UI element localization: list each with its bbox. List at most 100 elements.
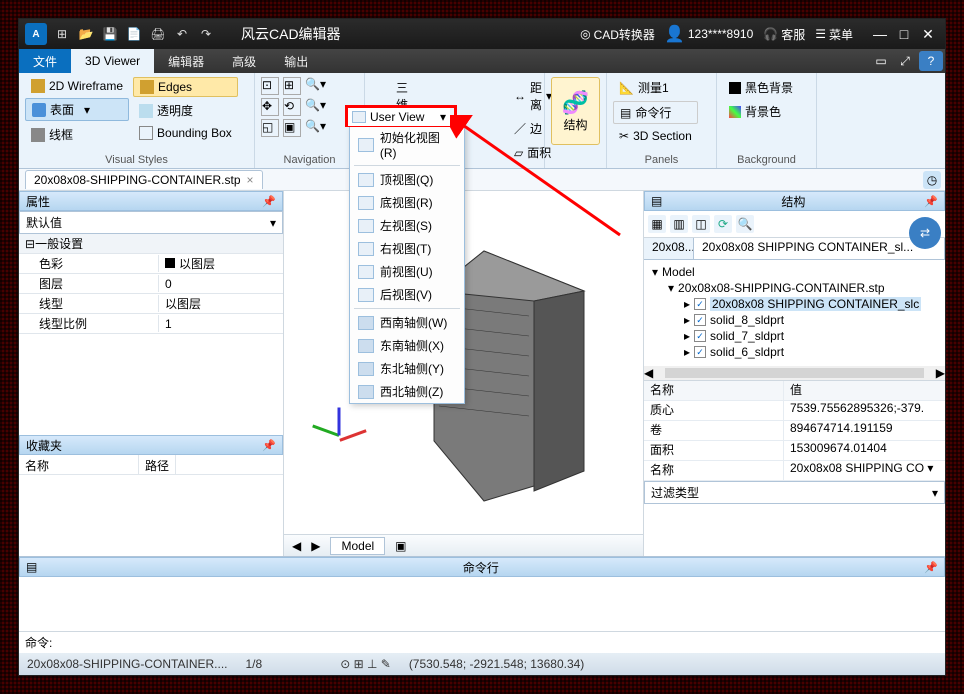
tree-collapse-icon[interactable]: ▥ <box>670 215 688 233</box>
app-logo-icon: A <box>25 23 47 45</box>
menu-front-view[interactable]: 前视图(U) <box>350 260 464 283</box>
minimize-icon[interactable]: — <box>869 23 891 45</box>
close-tab-icon[interactable]: × <box>247 173 254 187</box>
tree-expand-icon[interactable]: ▦ <box>648 215 666 233</box>
sheet-prev-icon[interactable]: ◀ <box>292 539 301 553</box>
filter-type-dropdown[interactable]: 过滤类型▾ <box>644 481 945 504</box>
tab-3d-viewer[interactable]: 3D Viewer <box>71 49 154 73</box>
group-visual-styles: Visual Styles <box>25 152 248 166</box>
print-icon[interactable]: 🖨 <box>149 25 167 43</box>
status-coords: (7530.548; -2921.548; 13680.34) <box>409 657 584 671</box>
group-background: Background <box>723 152 810 166</box>
btn-2d-wireframe[interactable]: 2D Wireframe <box>25 77 129 95</box>
status-file: 20x08x08-SHIPPING-CONTAINER.... <box>27 657 228 671</box>
maximize-icon[interactable]: □ <box>893 23 915 45</box>
model-tree[interactable]: ▾Model ▾20x08x08-SHIPPING-CONTAINER.stp … <box>644 260 945 366</box>
help-icon[interactable]: ? <box>919 51 943 71</box>
menu-right-view[interactable]: 右视图(T) <box>350 237 464 260</box>
tree-scrollbar[interactable]: ◀▶ <box>644 366 945 380</box>
pin-icon[interactable]: 📌 <box>924 561 938 574</box>
zoom-out-icon[interactable]: 🔍▾ <box>305 98 326 116</box>
structure-tab-2[interactable]: 20x08x08 SHIPPING CONTAINER_sl... <box>694 238 945 259</box>
converter-button[interactable]: ◎CAD转换器 <box>580 26 655 43</box>
menu-se-iso[interactable]: 东南轴侧(X) <box>350 334 464 357</box>
tab-advanced[interactable]: 高级 <box>218 49 270 73</box>
rotate-icon[interactable]: ⟲ <box>283 98 301 116</box>
undo-icon[interactable]: ↶ <box>173 25 191 43</box>
menu-top-view[interactable]: 顶视图(Q) <box>350 168 464 191</box>
status-bar: 20x08x08-SHIPPING-CONTAINER.... 1/8 ⊙ ⊞ … <box>19 653 945 675</box>
btn-edges[interactable]: Edges <box>133 77 238 97</box>
btn-user-view[interactable]: User View▾ <box>348 108 450 126</box>
export-icon[interactable]: 📄 <box>125 25 143 43</box>
swap-badge-icon[interactable]: ⇄ <box>909 217 941 249</box>
pin-tab-icon[interactable]: ◷ <box>923 171 941 189</box>
pan-icon[interactable]: ✥ <box>261 98 279 116</box>
tree-filter-icon[interactable]: ◫ <box>692 215 710 233</box>
menu-bottom-view[interactable]: 底视图(R) <box>350 191 464 214</box>
support-button[interactable]: 🎧客服 <box>763 26 805 43</box>
properties-group-general[interactable]: ⊟ 一般设置 <box>19 234 283 254</box>
btn-bg-color[interactable]: 背景色 <box>723 101 799 122</box>
tree-refresh-icon[interactable]: ⟳ <box>714 215 732 233</box>
pin-icon[interactable]: 📌 <box>924 195 938 208</box>
status-page: 1/8 <box>246 657 263 671</box>
structure-panel-header: ▤ 结构📌 <box>644 191 945 211</box>
redo-icon[interactable]: ↷ <box>197 25 215 43</box>
new-icon[interactable]: ⊞ <box>53 25 71 43</box>
user-account[interactable]: 👤123****8910 <box>665 24 753 44</box>
btn-3d-section[interactable]: ✂3D Section <box>613 127 698 145</box>
tree-search-icon[interactable]: 🔍 <box>736 215 754 233</box>
tab-file[interactable]: 文件 <box>19 49 71 73</box>
pin-icon[interactable]: 📌 <box>262 439 276 452</box>
fit-icon[interactable]: ◱ <box>261 119 279 137</box>
layout-icon[interactable]: ▭ <box>869 49 893 73</box>
btn-surface[interactable]: 表面▾ <box>25 98 129 121</box>
open-icon[interactable]: 📂 <box>77 25 95 43</box>
menu-init-view[interactable]: 初始化视图(R) <box>350 126 464 163</box>
menu-left-view[interactable]: 左视图(S) <box>350 214 464 237</box>
btn-measure1[interactable]: 📐测量1 <box>613 77 698 98</box>
document-tab[interactable]: 20x08x08-SHIPPING-CONTAINER.stp× <box>25 170 263 189</box>
tab-editor[interactable]: 编辑器 <box>154 49 218 73</box>
btn-black-bg[interactable]: 黑色背景 <box>723 77 799 98</box>
group-navigation: Navigation <box>261 152 358 166</box>
menu-button[interactable]: ☰菜单 <box>815 26 853 43</box>
sheet-next-icon[interactable]: ▶ <box>311 539 320 553</box>
structure-tab-1[interactable]: 20x08... <box>644 238 694 259</box>
region-icon[interactable]: ▣ <box>283 119 301 137</box>
menu-ne-iso[interactable]: 东北轴侧(Y) <box>350 357 464 380</box>
ribbon: 2D Wireframe 表面▾ 线框 Edges 透明度 Bounding B… <box>19 73 945 169</box>
add-sheet-icon[interactable]: ▣ <box>395 539 406 553</box>
favorites-panel-header: 收藏夹📌 <box>19 435 283 455</box>
menu-back-view[interactable]: 后视图(V) <box>350 283 464 306</box>
close-icon[interactable]: ✕ <box>917 23 939 45</box>
document-tabs: 20x08x08-SHIPPING-CONTAINER.stp× ◷ <box>19 169 945 191</box>
zoom-extents-icon[interactable]: ⊡ <box>261 77 279 95</box>
tab-output[interactable]: 输出 <box>270 49 322 73</box>
properties-panel-header: 属性📌 <box>19 191 283 211</box>
group-panels: Panels <box>613 152 710 166</box>
zoom-reset-icon[interactable]: 🔍▾ <box>305 119 326 137</box>
properties-filter-dropdown[interactable]: 默认值▾ <box>19 211 283 234</box>
commandline-panel-header: ▤ 命令行📌 <box>19 557 945 577</box>
btn-commandline[interactable]: ▤命令行 <box>613 101 698 124</box>
zoom-in-icon[interactable]: 🔍▾ <box>305 77 326 95</box>
btn-transparency[interactable]: 透明度 <box>133 100 238 121</box>
zoom-window-icon[interactable]: ⊞ <box>283 77 301 95</box>
commandline-history <box>19 577 945 631</box>
app-title: 风云CAD编辑器 <box>241 24 341 44</box>
menu-nw-iso[interactable]: 西北轴侧(Z) <box>350 380 464 403</box>
expand-icon[interactable]: ⤢ <box>893 49 917 73</box>
btn-structure[interactable]: 🧬结构 <box>551 77 600 145</box>
main-tabs: 文件 3D Viewer 编辑器 高级 输出 ▭ ⤢ ? <box>19 49 945 73</box>
save-icon[interactable]: 💾 <box>101 25 119 43</box>
title-bar: A ⊞ 📂 💾 📄 🖨 ↶ ↷ 风云CAD编辑器 ◎CAD转换器 👤123***… <box>19 19 945 49</box>
btn-bounding-box[interactable]: Bounding Box <box>133 124 238 142</box>
btn-wireframe[interactable]: 线框 <box>25 124 129 145</box>
commandline-input[interactable]: 命令: <box>19 631 945 653</box>
model-space-tab[interactable]: Model <box>330 537 385 555</box>
menu-sw-iso[interactable]: 西南轴侧(W) <box>350 311 464 334</box>
pin-icon[interactable]: 📌 <box>262 195 276 208</box>
view-dropdown-menu: 初始化视图(R) 顶视图(Q) 底视图(R) 左视图(S) 右视图(T) 前视图… <box>349 125 465 404</box>
